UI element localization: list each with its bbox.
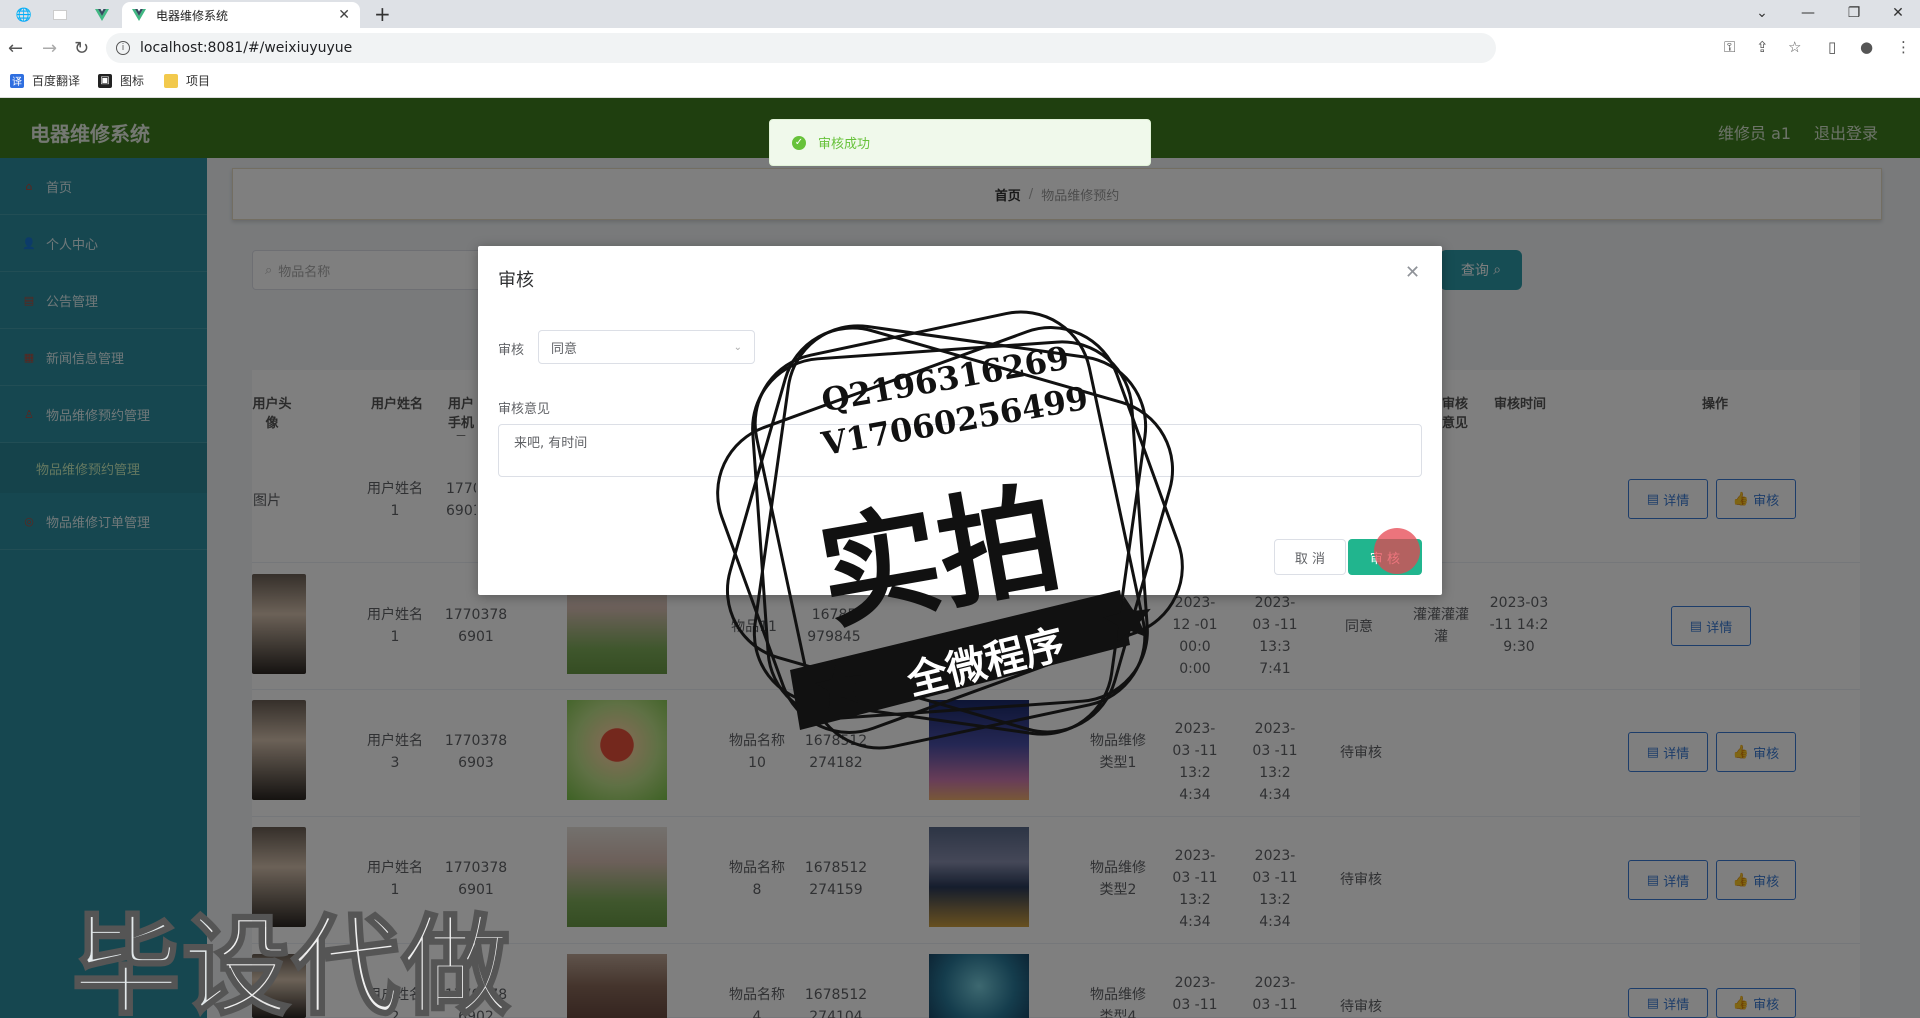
dialog-title: 审核 <box>498 270 534 291</box>
forward-arrow-icon[interactable]: → <box>42 38 57 59</box>
window-close-button[interactable]: ✕ <box>1876 0 1920 26</box>
mouse-cursor-highlight <box>1374 528 1420 574</box>
bookmark-project[interactable]: 项目 <box>164 72 210 89</box>
bookmark-label: 项目 <box>186 74 211 88</box>
close-icon[interactable]: ✕ <box>1405 262 1420 283</box>
cancel-button[interactable]: 取 消 <box>1274 539 1346 575</box>
bookmark-baidu-translate[interactable]: 译 百度翻译 <box>10 72 80 89</box>
bookmark-icons[interactable]: ▣ 图标 <box>98 72 144 89</box>
vue-logo-icon <box>95 9 109 21</box>
success-toast: ✓ 审核成功 <box>769 119 1151 166</box>
toast-message: 审核成功 <box>818 137 871 152</box>
pinned-tab-blank[interactable] <box>44 2 76 28</box>
check-circle-icon: ✓ <box>792 135 806 150</box>
image-icon: ▣ <box>98 73 112 88</box>
bottom-watermark: 毕设代做 <box>70 904 513 1018</box>
vue-logo-icon <box>132 9 146 21</box>
sidepanel-icon[interactable]: ▯ <box>1828 38 1836 56</box>
browser-tab-active[interactable]: 电器维修系统 ✕ <box>122 2 360 28</box>
pinned-tab-globe[interactable]: 🌐 <box>8 2 40 28</box>
blank-page-icon <box>53 10 67 20</box>
close-icon[interactable]: ✕ <box>338 7 350 23</box>
star-icon[interactable]: ☆ <box>1788 38 1801 56</box>
opinion-label: 审核意见 <box>498 402 551 417</box>
restore-button[interactable]: ❐ <box>1832 0 1876 26</box>
translate-icon: 译 <box>10 73 24 88</box>
bookmarks-bar <box>0 66 1920 98</box>
info-icon[interactable]: i <box>116 41 130 55</box>
folder-icon <box>164 73 178 88</box>
key-icon[interactable]: ⚿ <box>1724 38 1735 56</box>
profile-icon[interactable]: ● <box>1860 38 1873 56</box>
new-tab-button[interactable]: + <box>374 2 391 26</box>
minimize-button[interactable]: — <box>1786 0 1830 26</box>
reload-icon[interactable]: ↻ <box>74 38 89 59</box>
menu-dots-icon[interactable]: ⋮ <box>1896 38 1911 56</box>
tab-title: 电器维修系统 <box>156 8 229 23</box>
url-text: localhost:8081/#/weixiuyuyue <box>140 40 353 56</box>
share-icon[interactable]: ⇪ <box>1756 38 1769 56</box>
back-arrow-icon[interactable]: ← <box>8 38 23 59</box>
tab-search-chevron-icon[interactable]: ⌄ <box>1740 0 1784 26</box>
url-field[interactable]: i localhost:8081/#/weixiuyuyue <box>106 33 1496 63</box>
globe-icon: 🌐 <box>15 7 33 23</box>
bookmark-label: 图标 <box>120 74 145 88</box>
opinion-text: 来吧, 有时间 <box>514 436 588 451</box>
bookmark-label: 百度翻译 <box>32 74 81 88</box>
pinned-tab-vue[interactable] <box>86 2 118 28</box>
cancel-label: 取 消 <box>1294 551 1326 567</box>
watermark-stamp: Q2196316269 V17060256499 实拍 全微程序 <box>700 290 1220 790</box>
audit-label: 审核 <box>498 343 525 358</box>
